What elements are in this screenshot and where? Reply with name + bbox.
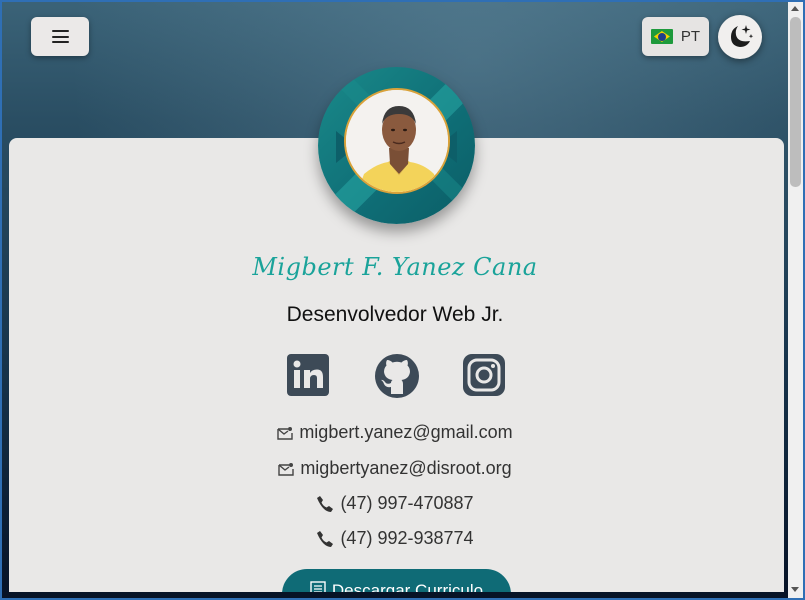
scroll-down-icon[interactable] [791, 587, 799, 592]
contact-phone-1[interactable]: (47) 997-470887 [0, 493, 788, 514]
language-code: PT [680, 28, 701, 45]
profile-role: Desenvolvedor Web Jr. [286, 303, 504, 326]
avatar [344, 88, 450, 194]
mail-icon [277, 426, 294, 440]
avatar-frame [318, 67, 475, 224]
scroll-up-icon[interactable] [791, 6, 799, 11]
moon-stars-icon [731, 25, 754, 47]
page: Migbert F. Yanez Cana Desenvolvedor Web … [0, 0, 788, 592]
download-cv-button[interactable]: Descargar Curriculo [282, 569, 511, 592]
mail-icon [278, 462, 295, 476]
contact-value: (47) 997-470887 [340, 493, 474, 513]
scrollbar-thumb[interactable] [790, 17, 801, 187]
contact-email-1[interactable]: migbert.yanez@gmail.com [0, 422, 788, 443]
instagram-icon [463, 354, 505, 396]
phone-icon [317, 530, 334, 547]
contact-phone-2[interactable]: (47) 992-938774 [0, 528, 788, 549]
github-icon [375, 354, 419, 398]
instagram-link[interactable] [462, 353, 506, 397]
contact-value: migbert.yanez@gmail.com [299, 422, 513, 442]
brazil-flag-icon [650, 29, 673, 44]
profile-name: Migbert F. Yanez Cana [252, 253, 538, 281]
document-icon [310, 581, 326, 592]
contact-value: migbertyanez@disroot.org [300, 458, 512, 478]
contact-value: (47) 992-938774 [340, 528, 474, 548]
language-button[interactable]: PT [642, 17, 709, 56]
linkedin-icon [287, 354, 329, 396]
github-link[interactable] [374, 353, 419, 398]
vertical-scrollbar[interactable] [788, 2, 803, 598]
contact-email-2[interactable]: migbertyanez@disroot.org [0, 458, 788, 479]
phone-icon [317, 495, 334, 512]
bottom-edge [0, 592, 788, 600]
linkedin-link[interactable] [286, 353, 330, 397]
menu-button[interactable] [31, 17, 89, 56]
hamburger-icon [51, 30, 69, 43]
download-cv-label: Descargar Curriculo [331, 581, 484, 592]
theme-toggle-button[interactable] [718, 15, 762, 59]
